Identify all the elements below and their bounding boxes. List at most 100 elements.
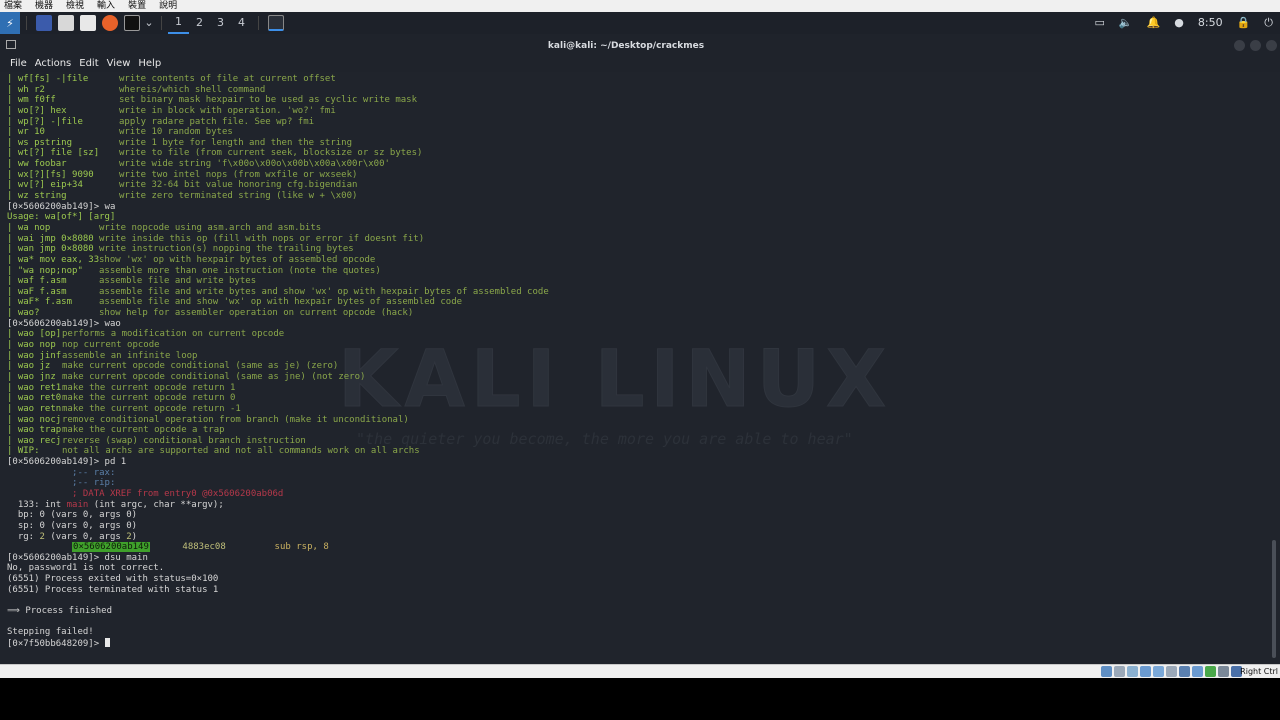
- output-line: (6551) Process terminated with status 1: [7, 584, 219, 595]
- help-command: | wai jmp 0×8080: [7, 233, 94, 244]
- usb-icon[interactable]: [1153, 666, 1164, 677]
- help-line: | wa nop write nopcode using asm.arch and…: [7, 223, 1267, 234]
- help-description: show help for assembler operation on cur…: [99, 308, 414, 319]
- lock-icon[interactable]: 🔒: [1237, 12, 1251, 34]
- shared-folder-icon[interactable]: [1166, 666, 1177, 677]
- display-icon[interactable]: [1179, 666, 1190, 677]
- cpu-icon[interactable]: [1205, 666, 1216, 677]
- panel-separator: [26, 16, 27, 30]
- help-line: | wao? show help for assembler operation …: [7, 308, 1267, 319]
- help-command: | wao [op]: [7, 329, 62, 340]
- audio-icon[interactable]: [1127, 666, 1138, 677]
- menu-view[interactable]: View: [107, 56, 131, 72]
- host-menu-machine[interactable]: 機器: [35, 0, 53, 12]
- notification-bell-icon[interactable]: 🔔: [1147, 12, 1161, 34]
- help-line: | wao trapmake the current opcode a trap: [7, 425, 1267, 436]
- help-description: write instruction(s) nopping the trailin…: [99, 244, 354, 255]
- help-line: | wo[?] hex write in block with operation…: [7, 106, 1267, 117]
- host-menu-bar: 檔案 機器 檢視 輸入 裝置 說明: [0, 0, 1280, 12]
- terminal-output[interactable]: KALI LINUX "the quieter you become, the …: [0, 72, 1280, 664]
- window-title: kali@kali: ~/Desktop/crackmes: [547, 41, 705, 51]
- host-menu-devices[interactable]: 裝置: [128, 0, 146, 12]
- host-menu-help[interactable]: 說明: [159, 0, 177, 12]
- menu-edit[interactable]: Edit: [79, 56, 98, 72]
- host-menu-input[interactable]: 輸入: [97, 0, 115, 12]
- maximize-button[interactable]: [1250, 40, 1261, 51]
- panel-separator: [258, 16, 259, 30]
- file-manager-icon[interactable]: [58, 15, 74, 31]
- help-line: | wt[?] file [sz] write to file (from cur…: [7, 148, 1267, 159]
- help-line: | wao ret0make the current opcode return…: [7, 393, 1267, 404]
- function-signature: 133: int main (int argc, char **argv);: [7, 500, 1267, 511]
- optical-drive-icon[interactable]: [1114, 666, 1125, 677]
- display-icon[interactable]: ▭: [1094, 12, 1104, 34]
- show-desktop-icon[interactable]: [36, 15, 52, 31]
- hard-disk-icon[interactable]: [1101, 666, 1112, 677]
- top-panel: ⚡ ⌄ 1 2 3 4 ▭ 🔈 🔔 ● 8:50 🔒 ⏻: [0, 12, 1280, 34]
- help-command: | waF f.asm: [7, 286, 67, 297]
- rg-end: ): [131, 531, 138, 542]
- host-menu-file[interactable]: 檔案: [4, 0, 22, 12]
- help-command: | ws pstring: [7, 137, 73, 148]
- help-line: | wh r2 whereis/which shell command: [7, 85, 1267, 96]
- help-line: | wv[?] eip+34 write 32-64 bit value hono…: [7, 180, 1267, 191]
- host-menu-view[interactable]: 檢視: [66, 0, 84, 12]
- firefox-icon[interactable]: [102, 15, 118, 31]
- help-command: | wp[?] -|file: [7, 116, 83, 127]
- kali-menu-icon[interactable]: ⚡: [0, 12, 20, 34]
- disasm-instruction: 0×5606200ab149 4883ec08 sub rsp, 8: [7, 542, 1267, 553]
- help-description: make the current opcode return 0: [62, 393, 236, 404]
- terminal-task-icon[interactable]: [268, 15, 284, 31]
- help-command: | "wa nop;nop": [7, 265, 83, 276]
- workspace-2[interactable]: 2: [189, 12, 210, 34]
- help-command: | wt[?] file [sz]: [7, 148, 100, 159]
- help-command: | wao recj: [7, 435, 62, 446]
- process-finished: ⟹ Process finished: [7, 606, 113, 617]
- menu-file[interactable]: File: [10, 56, 27, 72]
- help-line: | wao recjreverse (swap) conditional bra…: [7, 436, 1267, 447]
- menu-actions[interactable]: Actions: [35, 56, 72, 72]
- panel-separator: [161, 16, 162, 30]
- window-titlebar[interactable]: kali@kali: ~/Desktop/crackmes: [0, 34, 1280, 56]
- help-description: assemble an infinite loop: [62, 350, 198, 361]
- terminal-scrollbar[interactable]: [1272, 540, 1276, 658]
- help-line: | WIP: not all archs are supported and no…: [7, 446, 1267, 457]
- network-icon[interactable]: [1140, 666, 1151, 677]
- xref-comment: ; DATA XREF from entry0 @0x5606200ab06d: [7, 488, 284, 499]
- help-command: | wao jz: [7, 361, 51, 372]
- help-description: show 'wx' op with hexpair bytes of assem…: [99, 254, 376, 265]
- workspace-3[interactable]: 3: [210, 12, 231, 34]
- active-prompt[interactable]: [0×7f50bb648209]>: [7, 637, 1267, 649]
- workspace-1[interactable]: 1: [168, 12, 189, 34]
- logout-icon[interactable]: ⏻: [1264, 12, 1273, 34]
- final-prompt: [0×7f50bb648209]>: [7, 638, 105, 649]
- help-description: write in block with operation. 'wo?' fmi: [119, 105, 336, 116]
- help-line: | wao nocjremove conditional operation f…: [7, 415, 1267, 426]
- clock[interactable]: 8:50: [1198, 12, 1223, 34]
- help-wao-list: | wao [op]performs a modification on cur…: [7, 329, 1267, 457]
- chevron-down-icon[interactable]: ⌄: [143, 12, 155, 34]
- help-description: assemble file and write bytes: [99, 276, 257, 287]
- text-editor-icon[interactable]: [80, 15, 96, 31]
- instruction-operands: rsp, 8: [296, 542, 329, 553]
- minimize-button[interactable]: [1234, 40, 1245, 51]
- close-button[interactable]: [1266, 40, 1277, 51]
- volume-icon[interactable]: 🔈: [1119, 12, 1133, 34]
- help-description: write zero terminated string (like w + \…: [119, 191, 358, 202]
- help-wa-list: | wa nop write nopcode using asm.arch and…: [7, 223, 1267, 319]
- menu-help[interactable]: Help: [138, 56, 161, 72]
- help-command: | wao jinf: [7, 350, 62, 361]
- help-line: | wao jinfassemble an infinite loop: [7, 351, 1267, 362]
- mouse-integration-icon[interactable]: [1218, 666, 1229, 677]
- vbox-status-bar: Right Ctrl: [0, 664, 1280, 678]
- prompt-line: [0×5606200ab149]> pd 1: [7, 457, 127, 468]
- help-description: make the current opcode return -1: [62, 403, 241, 414]
- help-description: write nopcode using asm.arch and asm.bit…: [99, 222, 322, 233]
- workspace-4[interactable]: 4: [231, 12, 252, 34]
- terminal-launcher-icon[interactable]: [124, 15, 140, 31]
- help-line: | wao [op]performs a modification on cur…: [7, 329, 1267, 340]
- video-capture-icon[interactable]: [1192, 666, 1203, 677]
- help-command: | waf f.asm: [7, 276, 67, 287]
- power-icon[interactable]: ●: [1174, 12, 1184, 34]
